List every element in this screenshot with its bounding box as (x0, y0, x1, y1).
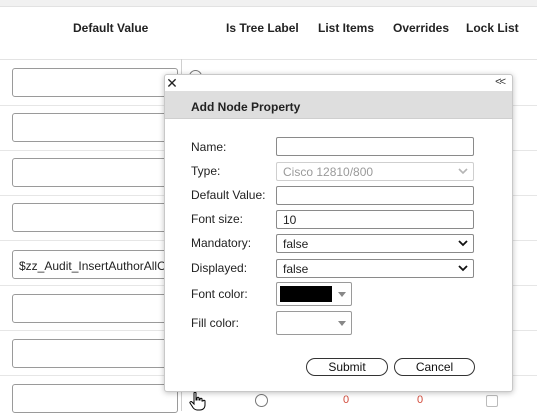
default-value-input[interactable] (12, 158, 178, 187)
chevron-down-icon (338, 321, 346, 326)
add-node-property-dialog: ✕ << Add Node Property Name: Type: Cisco… (164, 74, 513, 392)
type-select-value: Cisco 12810/800 (283, 165, 374, 179)
fill-color-picker[interactable] (276, 311, 352, 335)
fill-color-label: Fill color: (191, 316, 240, 330)
tree-label-radio[interactable] (255, 394, 268, 407)
font-color-swatch (280, 286, 332, 302)
overrides-count[interactable]: 0 (417, 394, 423, 406)
collapse-icon[interactable]: << (495, 76, 506, 88)
list-items-count[interactable]: 0 (343, 394, 349, 406)
chevron-down-icon (458, 168, 468, 175)
displayed-select-value: false (283, 262, 309, 276)
displayed-label: Displayed: (191, 261, 248, 275)
default-value-input[interactable] (12, 384, 178, 413)
default-value-input[interactable] (12, 339, 178, 368)
displayed-select[interactable]: false (276, 259, 474, 278)
font-color-picker[interactable] (276, 282, 352, 306)
column-header-overrides[interactable]: Overrides (393, 21, 449, 35)
dialog-top-bar: ✕ << (165, 75, 512, 91)
column-header-default-value[interactable]: Default Value (73, 21, 148, 35)
mandatory-label: Mandatory: (191, 236, 252, 250)
chevron-down-icon (458, 265, 468, 272)
dialog-title: Add Node Property (165, 91, 512, 119)
mandatory-select[interactable]: false (276, 234, 474, 253)
type-label: Type: (191, 164, 221, 178)
column-header-is-tree-label[interactable]: Is Tree Label (226, 21, 299, 35)
default-value-input[interactable] (12, 113, 178, 142)
font-size-label: Font size: (191, 212, 244, 226)
cancel-button[interactable]: Cancel (394, 358, 475, 376)
lock-list-checkbox[interactable] (486, 395, 498, 407)
default-value-input[interactable] (12, 68, 178, 97)
font-size-field[interactable] (276, 210, 474, 229)
table-header: Default Value Is Tree Label List Items O… (0, 7, 537, 60)
mandatory-select-value: false (283, 237, 309, 251)
font-color-label: Font color: (191, 287, 248, 301)
default-value-input[interactable]: $zz_Audit_InsertAuthorAllOb (12, 250, 178, 279)
default-value-input[interactable] (12, 203, 178, 232)
default-value-input[interactable] (12, 294, 178, 323)
column-header-list-items[interactable]: List Items (318, 21, 374, 35)
chevron-down-icon (338, 292, 346, 297)
close-icon[interactable]: ✕ (165, 75, 179, 91)
name-field[interactable] (276, 137, 474, 156)
default-value-field[interactable] (276, 186, 474, 205)
hand-cursor-icon (189, 391, 206, 411)
fill-color-swatch (280, 315, 332, 331)
submit-button[interactable]: Submit (306, 358, 388, 376)
column-header-lock-list[interactable]: Lock List (466, 21, 519, 35)
top-strip (0, 0, 537, 7)
type-select: Cisco 12810/800 (276, 162, 474, 181)
chevron-down-icon (458, 240, 468, 247)
default-value-label: Default Value: (191, 188, 266, 202)
name-label: Name: (191, 140, 227, 154)
